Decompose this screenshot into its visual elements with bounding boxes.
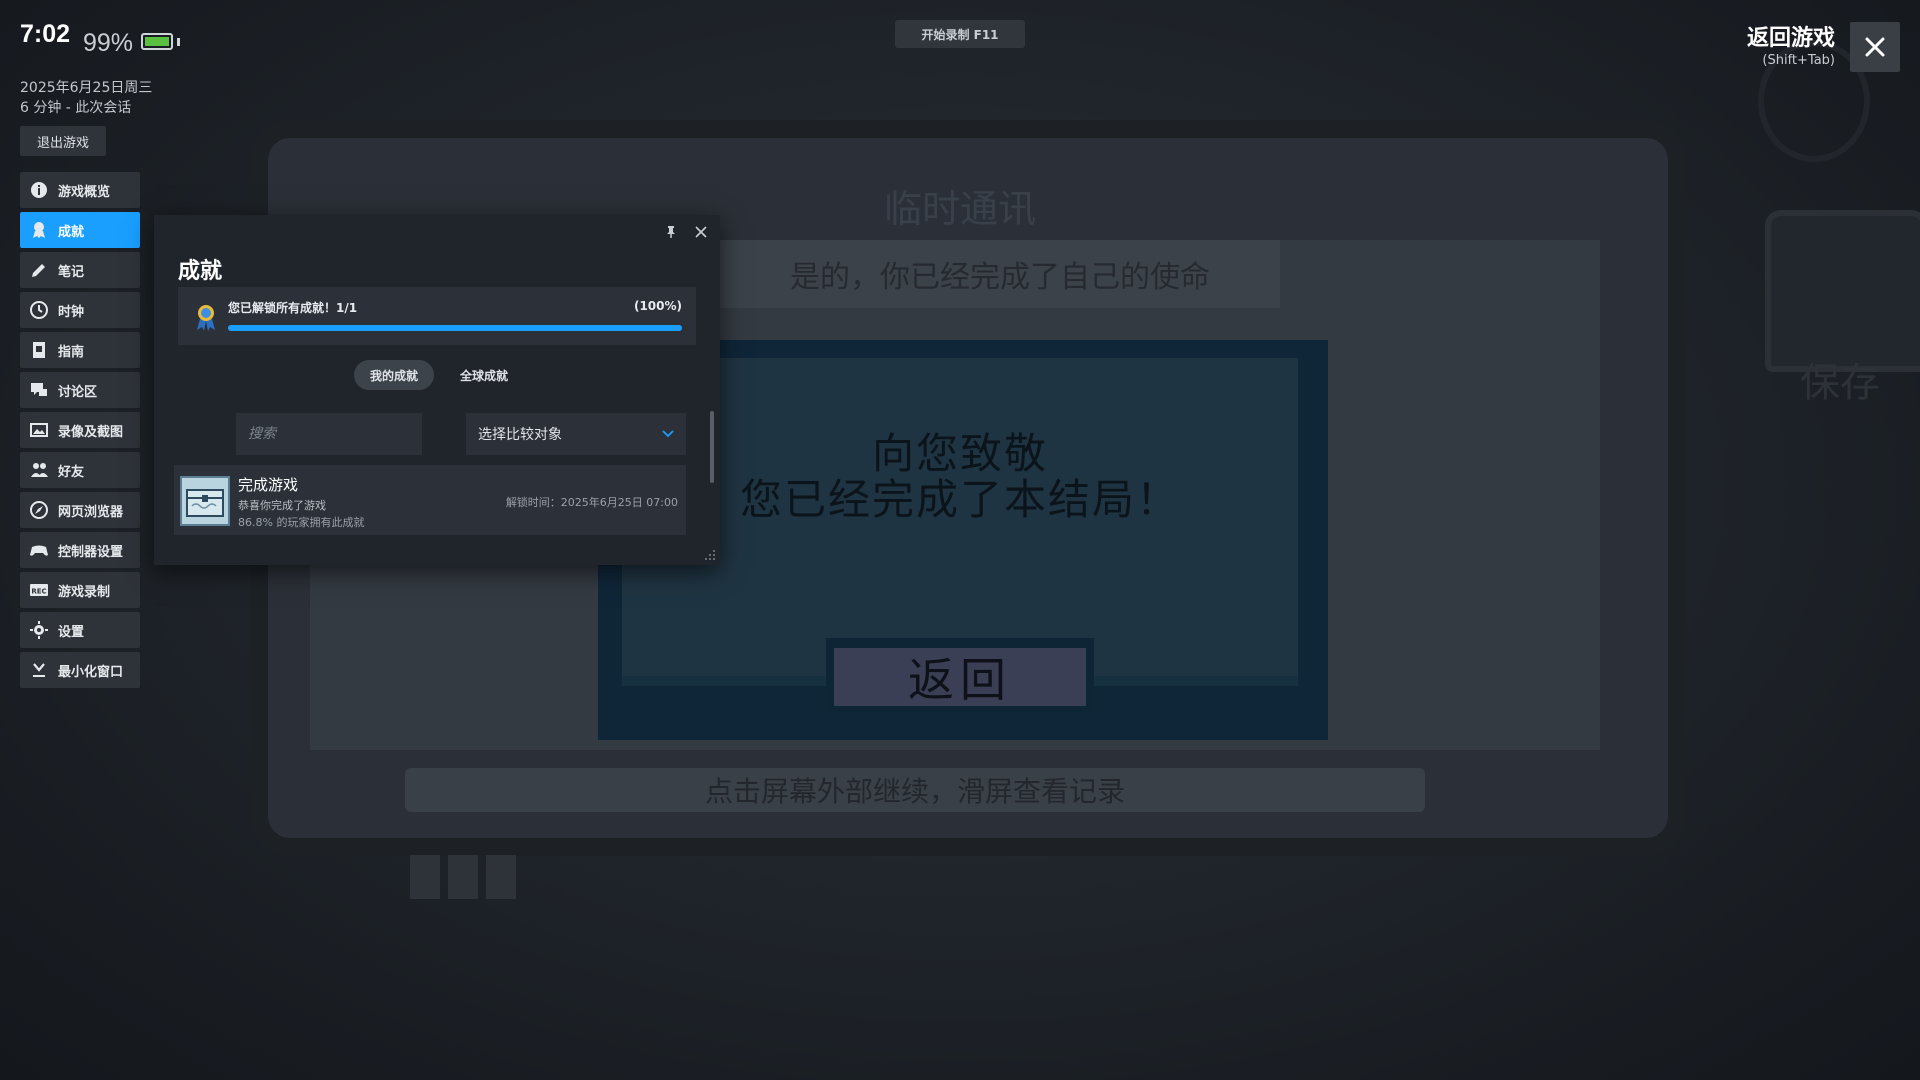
achievement-global-rate: 86.8% 的玩家拥有此成就 — [238, 516, 365, 529]
medal-icon — [197, 305, 215, 331]
start-recording-button[interactable]: 开始录制 F11 — [895, 20, 1025, 48]
rec-icon: REC — [30, 581, 48, 599]
progress-bar — [228, 325, 682, 331]
sidebar-item-label: 时钟 — [58, 304, 85, 320]
chevron-down-icon — [662, 430, 674, 438]
close-icon — [1865, 37, 1885, 57]
search-input[interactable] — [246, 425, 422, 443]
game-screen-base — [1222, 700, 1328, 736]
game-foot — [486, 855, 516, 899]
guide-icon — [30, 341, 48, 359]
clock-time: 7:02 — [20, 20, 71, 48]
sidebar-item-controller[interactable]: 控制器设置 — [20, 532, 140, 568]
browser-icon — [30, 501, 48, 519]
sidebar-item-clock[interactable]: 时钟 — [20, 292, 140, 328]
controller-icon — [30, 541, 48, 559]
sidebar-item-pencil[interactable]: 笔记 — [20, 252, 140, 288]
achievement-description: 恭喜你完成了游戏 — [238, 499, 326, 512]
achievement-item[interactable]: 完成游戏 恭喜你完成了游戏 86.8% 的玩家拥有此成就 解锁时间：2025年6… — [174, 465, 686, 535]
friends-icon — [30, 461, 48, 479]
sidebar-item-chat[interactable]: 讨论区 — [20, 372, 140, 408]
gear-icon — [30, 621, 48, 639]
sidebar-item-minimize[interactable]: 最小化窗口 — [20, 652, 140, 688]
sidebar-item-label: 录像及截图 — [58, 424, 124, 440]
achievements-panel: 成就 您已解锁所有成就！1/1 (100%) 我的成就全球成就 选择比较对象 — [154, 215, 720, 565]
info-icon — [30, 181, 48, 199]
exit-game-button[interactable]: 退出游戏 — [20, 126, 106, 156]
sidebar-item-achievement[interactable]: 成就 — [20, 212, 140, 248]
sidebar-item-label: 最小化窗口 — [58, 664, 124, 680]
achievement-chest-icon — [180, 476, 230, 526]
sidebar-item-label: 控制器设置 — [58, 544, 124, 560]
battery-tip — [177, 38, 180, 46]
sidebar-item-label: 网页浏览器 — [58, 504, 124, 520]
chat-icon — [30, 381, 48, 399]
sidebar-item-info[interactable]: 游戏概览 — [20, 172, 140, 208]
sidebar-item-label: 游戏录制 — [58, 584, 111, 600]
panel-title: 成就 — [178, 259, 223, 284]
achievement-unlock-time: 解锁时间：2025年6月25日 07:00 — [505, 496, 678, 509]
game-save-label: 保存 — [1800, 360, 1880, 406]
game-screen-base — [598, 700, 698, 736]
clock-icon — [30, 301, 48, 319]
overlay-sidebar: 游戏概览成就笔记时钟指南讨论区录像及截图好友网页浏览器控制器设置 REC 游戏录制设… — [20, 172, 140, 692]
return-to-game-shortcut: (Shift+Tab) — [1762, 53, 1835, 68]
game-title: 临时通讯 — [883, 187, 1036, 231]
achievement-icon — [30, 221, 48, 239]
screenshot-icon — [30, 421, 48, 439]
game-back-button[interactable]: 返回 — [834, 648, 1086, 707]
sidebar-item-label: 设置 — [58, 624, 85, 640]
game-foot — [448, 855, 478, 899]
sidebar-item-browser[interactable]: 网页浏览器 — [20, 492, 140, 528]
date-label: 2025年6月25日周三 — [20, 80, 153, 96]
compare-select[interactable]: 选择比较对象 — [466, 413, 686, 455]
sidebar-item-label: 指南 — [58, 344, 85, 360]
sidebar-item-friends[interactable]: 好友 — [20, 452, 140, 488]
resize-grip-icon[interactable] — [704, 549, 716, 561]
search-field[interactable] — [236, 413, 422, 455]
progress-label: 您已解锁所有成就！1/1 — [228, 301, 358, 315]
sidebar-item-screenshot[interactable]: 录像及截图 — [20, 412, 140, 448]
battery-percent: 99% — [83, 29, 134, 57]
achievement-name: 完成游戏 — [238, 476, 299, 494]
close-overlay-button[interactable] — [1850, 22, 1900, 72]
tab-my-achievements[interactable]: 我的成就 — [354, 360, 435, 390]
tab-global-achievements[interactable]: 全球成就 — [444, 360, 524, 390]
battery-icon — [141, 33, 173, 50]
session-duration: 6 分钟 - 此次会话 — [20, 100, 132, 116]
sidebar-item-label: 成就 — [58, 224, 85, 240]
sidebar-item-label: 游戏概览 — [58, 184, 111, 200]
progress-percent: (100%) — [633, 299, 682, 313]
game-bottom-hint: 点击屏幕外部继续，滑屏查看记录 — [405, 768, 1425, 812]
minimize-icon — [30, 661, 48, 679]
compare-select-label: 选择比较对象 — [478, 427, 562, 443]
svg-text:REC: REC — [31, 588, 46, 596]
sidebar-item-rec[interactable]: REC 游戏录制 — [20, 572, 140, 608]
game-message-line2: 您已经完成了本结局！ — [739, 475, 1180, 524]
achievement-tabs: 我的成就 全球成就 — [354, 360, 524, 390]
sidebar-item-label: 笔记 — [58, 264, 85, 280]
sidebar-item-label: 好友 — [58, 464, 85, 480]
game-foot — [410, 855, 440, 899]
game-save-chest[interactable] — [1765, 210, 1920, 372]
sidebar-item-gear[interactable]: 设置 — [20, 612, 140, 648]
pencil-icon — [30, 261, 48, 279]
panel-scrollbar[interactable] — [710, 411, 714, 483]
sidebar-item-label: 讨论区 — [58, 384, 98, 400]
achievement-progress: 您已解锁所有成就！1/1 (100%) — [178, 287, 696, 345]
pin-icon[interactable] — [664, 225, 678, 239]
sidebar-item-guide[interactable]: 指南 — [20, 332, 140, 368]
return-to-game-label[interactable]: 返回游戏 — [1720, 20, 1835, 52]
game-banner: 是的，你已经完成了自己的使命 — [720, 240, 1280, 308]
close-icon[interactable] — [694, 225, 708, 239]
